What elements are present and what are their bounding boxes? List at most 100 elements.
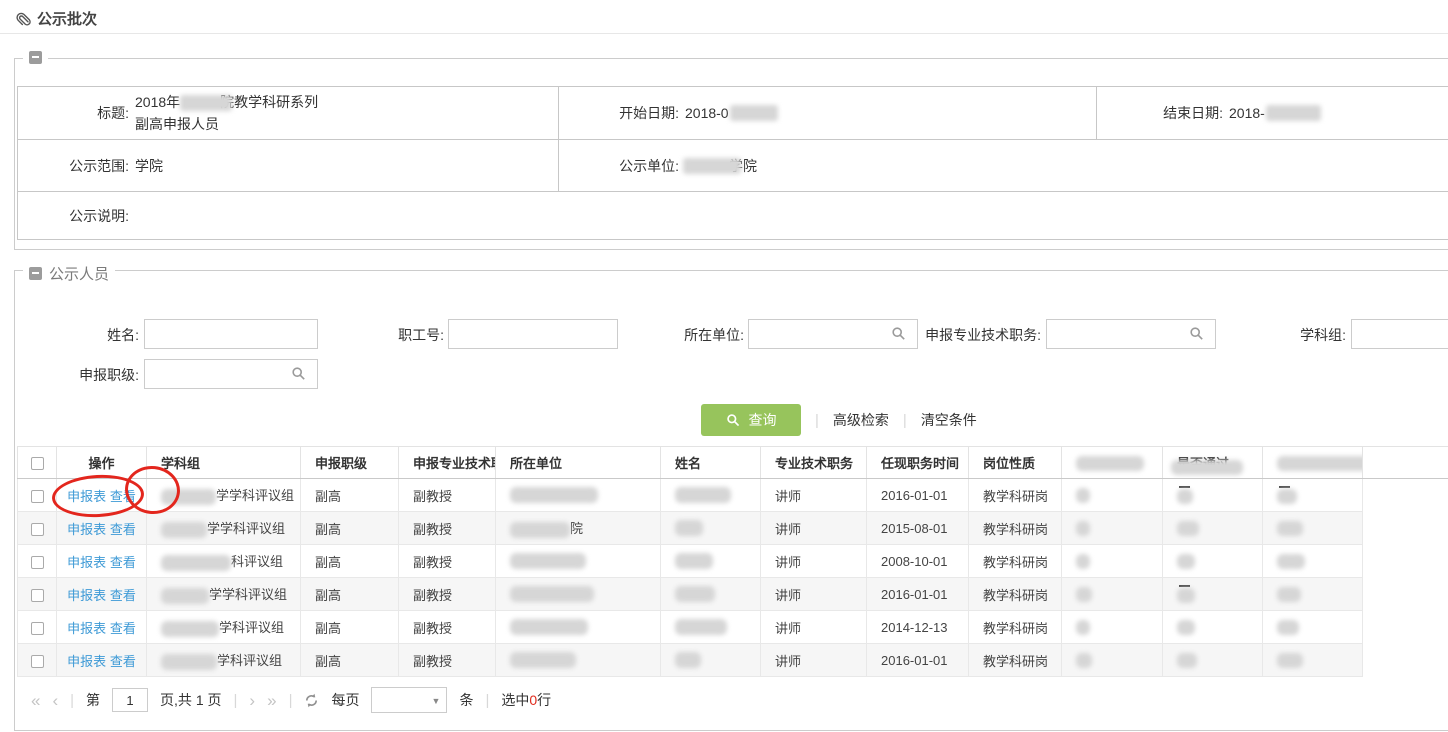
pager: « ‹ | 第 页,共 1 页 | › » | 每页 ▼ 条 | 选中0行 [31,685,551,715]
current-title-cell: 讲师 [761,578,867,611]
staff-no-filter-label: 职工号: [340,327,444,343]
search-button[interactable]: 查询 [701,404,801,436]
redacted-blur [1277,521,1303,536]
current-title-cell: 讲师 [761,644,867,677]
declaration-form-link[interactable]: 申报表 [67,522,106,537]
column-header-label: 所在单位 [510,456,562,471]
row-actions-cell: 申报表 查看 [57,512,147,545]
column-header: 申报职级 [301,447,399,479]
prev-page-button[interactable]: ‹ [52,692,58,709]
column-header-label: 申报职级 [315,456,367,471]
filler-cell [1363,545,1448,578]
last-page-button[interactable]: » [267,692,276,709]
row-checkbox[interactable] [31,622,44,635]
tenure-date-cell: 2016-01-01 [867,479,969,512]
start-date-label: 开始日期: [559,103,679,123]
subject-group-text: 学学科评议组 [216,488,294,503]
declared-title-cell: 副教授 [399,545,496,578]
redacted-blur [161,522,207,538]
redacted-cell [1263,479,1363,512]
description-label: 公示说明: [18,206,129,226]
post-type-cell: 教学科研岗 [969,644,1062,677]
declaration-form-link[interactable]: 申报表 [67,555,106,570]
row-checkbox[interactable] [31,556,44,569]
first-page-button[interactable]: « [31,692,40,709]
subject-group-text: 学学科评议组 [207,521,285,536]
page-number-input[interactable] [112,688,148,712]
declaration-form-link[interactable]: 申报表 [67,489,106,504]
search-icon [726,413,741,428]
column-header-label: 操作 [88,456,114,471]
declared-rank-cell: 副高 [301,512,399,545]
search-button-label: 查询 [749,410,777,430]
row-actions-cell: 申报表 查看 [57,479,147,512]
view-link[interactable]: 查看 [110,654,136,669]
row-checkbox[interactable] [31,490,44,503]
declared-rank-filter-label: 申报职级: [35,367,139,383]
redacted-blur [1076,620,1090,635]
row-checkbox[interactable] [31,589,44,602]
view-link[interactable]: 查看 [110,621,136,636]
current-title-cell: 讲师 [761,545,867,578]
post-type-cell: 教学科研岗 [969,512,1062,545]
column-header: 学科组 [147,447,301,479]
name-cell [661,611,761,644]
redacted-blur [161,654,217,670]
tenure-date-cell: 2014-12-13 [867,611,969,644]
name-cell [661,644,761,677]
declared-title-cell: 副教授 [399,644,496,677]
view-link[interactable]: 查看 [110,555,136,570]
redacted-blur [675,586,715,602]
row-select-cell [18,479,57,512]
declared-rank-filter-input[interactable] [144,359,318,389]
subject-group-filter-input[interactable] [1351,319,1448,349]
table-row: 申报表 查看科评议组副高副教授讲师2008-10-01教学科研岗 [18,545,1448,578]
column-header: 所在单位 [496,447,661,479]
name-filter-input[interactable] [144,319,318,349]
row-actions-cell: 申报表 查看 [57,644,147,677]
select-all-checkbox[interactable] [31,457,44,470]
next-page-button[interactable]: › [249,692,255,709]
collapse-icon[interactable] [29,267,42,280]
collapse-icon[interactable] [29,51,42,64]
view-link[interactable]: 查看 [110,588,136,603]
refresh-icon[interactable] [304,693,319,708]
scope-label: 公示范围: [18,156,129,176]
row-select-cell [18,578,57,611]
declared-title-filter-input[interactable] [1046,319,1216,349]
unit-filter-input[interactable] [748,319,918,349]
redacted-cell [1062,479,1163,512]
advanced-search-button[interactable]: 高级检索 [833,410,889,430]
per-page-select[interactable]: ▼ [371,687,447,713]
subject-group-cell: 学学科评议组 [147,479,301,512]
clear-filters-button[interactable]: 清空条件 [921,410,977,430]
view-link[interactable]: 查看 [110,489,136,504]
redacted-blur [675,553,713,569]
paperclip-icon [16,11,31,26]
current-title-cell: 讲师 [761,611,867,644]
unit-cell [496,611,661,644]
filler-cell [1363,578,1448,611]
row-checkbox[interactable] [31,655,44,668]
row-select-cell [18,545,57,578]
staff-no-filter-input[interactable] [448,319,618,349]
declaration-form-link[interactable]: 申报表 [67,654,106,669]
title-value-prefix: 2018年 [135,94,180,110]
redacted-blur [161,621,219,637]
declaration-form-link[interactable]: 申报表 [67,621,106,636]
row-checkbox[interactable] [31,523,44,536]
redacted-cell [1062,512,1163,545]
redacted-blur [1076,587,1092,602]
view-link[interactable]: 查看 [110,522,136,537]
end-date-value: 2018- [1229,105,1265,121]
column-header: 是否通过 [1163,447,1263,479]
row-select-cell [18,644,57,677]
unit-text: 院 [570,521,583,536]
redacted-cell [1062,644,1163,677]
subject-group-text: 学科评议组 [217,653,282,668]
name-cell [661,512,761,545]
table-row: 申报表 查看学学科评议组副高副教授院讲师2015-08-01教学科研岗 [18,512,1448,545]
redacted-blur [1277,554,1305,569]
page-total-label: 页,共 1 页 [160,690,221,710]
declaration-form-link[interactable]: 申报表 [67,588,106,603]
